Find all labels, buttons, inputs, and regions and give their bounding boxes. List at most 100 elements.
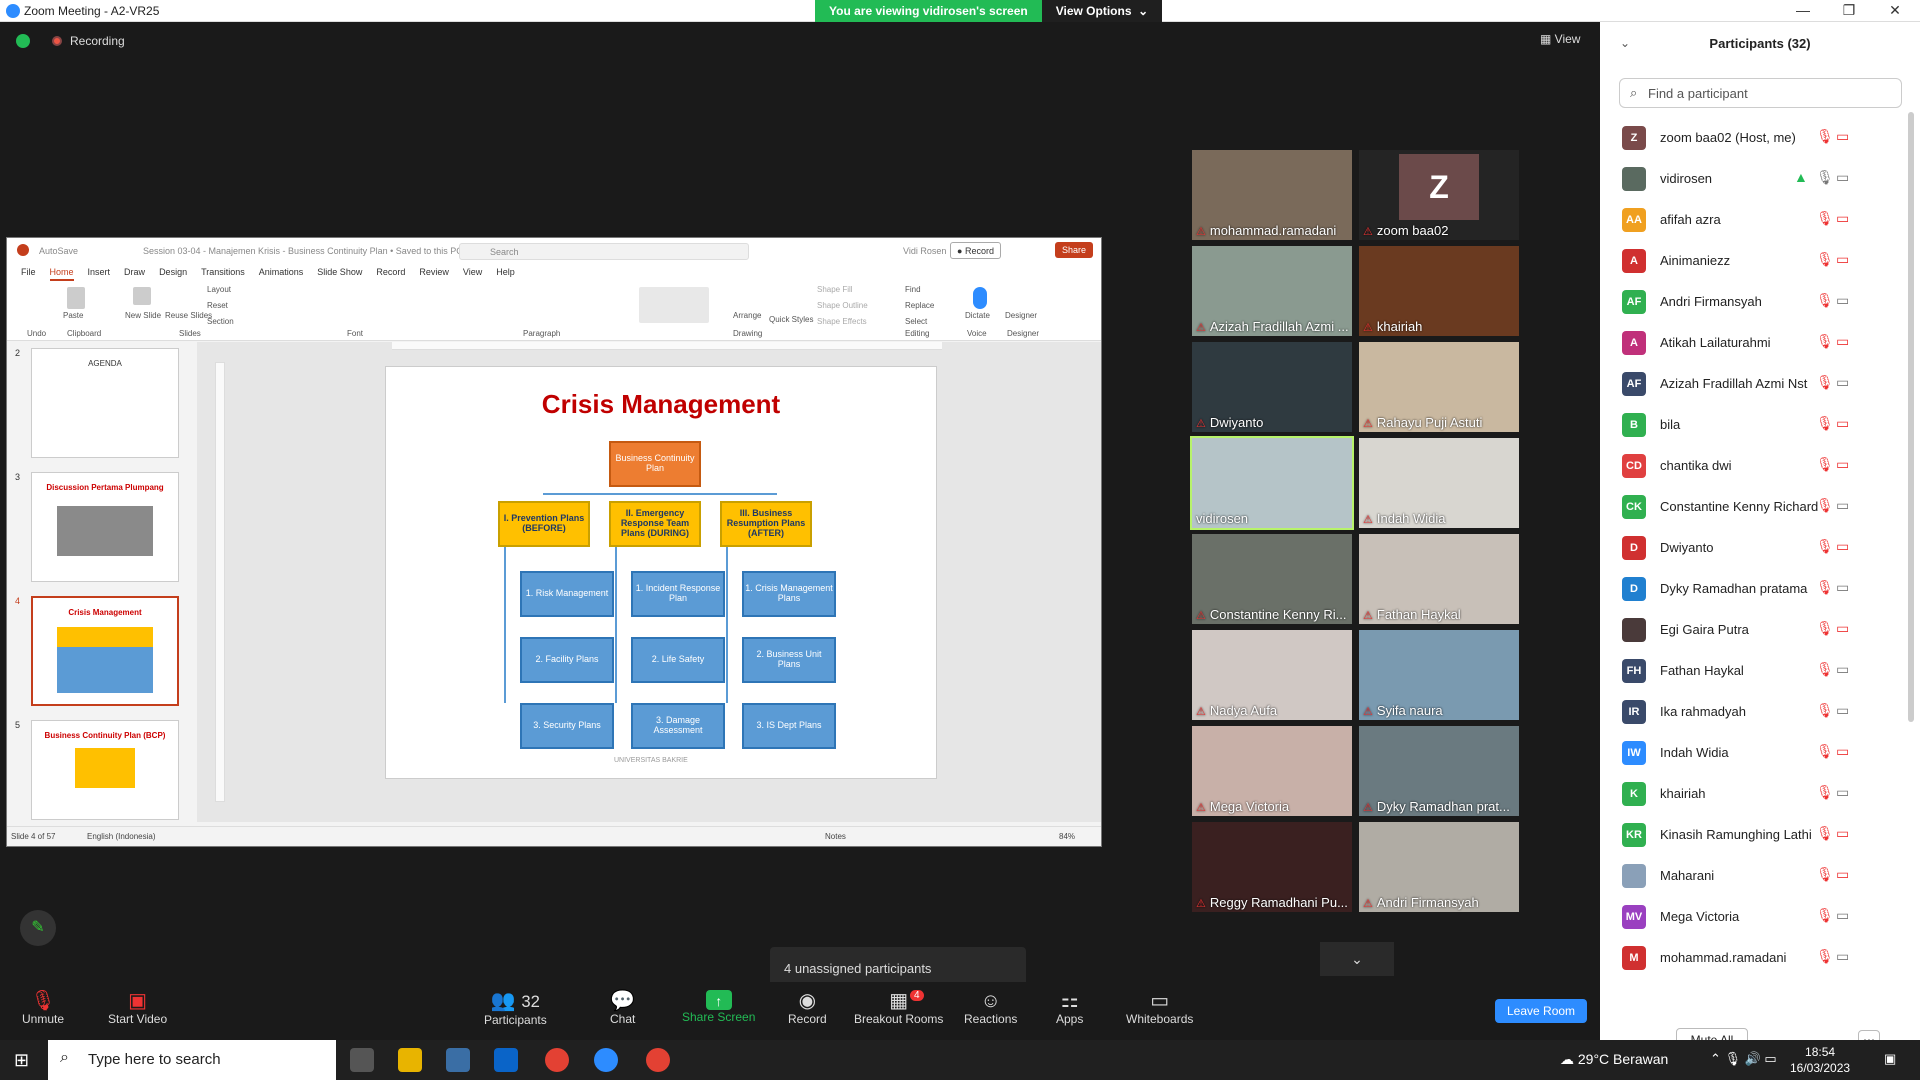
record-button[interactable]: ◉ Record bbox=[788, 990, 827, 1026]
minimize-icon[interactable]: — bbox=[1788, 2, 1818, 18]
menu-home[interactable]: Home bbox=[49, 264, 74, 281]
start-video-button[interactable]: ▣ Start Video bbox=[108, 990, 167, 1026]
participant-row[interactable]: D Dwiyanto 🎙 ▭ bbox=[1600, 528, 1900, 569]
participant-row[interactable]: Kkhairiah 🎙 ▭ bbox=[1600, 774, 1900, 815]
reactions-button[interactable]: ☺ Reactions bbox=[964, 990, 1017, 1026]
view-options-button[interactable]: View Options ⌄ bbox=[1041, 0, 1163, 22]
task-view-icon[interactable] bbox=[350, 1048, 374, 1072]
video-tile[interactable]: ⚠ Azizah Fradillah Azmi ... bbox=[1192, 246, 1352, 336]
video-tile[interactable]: vidirosen bbox=[1190, 436, 1354, 530]
notes-button[interactable]: Notes bbox=[825, 832, 846, 841]
participant-row[interactable]: AF Azizah Fradillah Azmi Nst 🎙 ▭ bbox=[1600, 364, 1900, 405]
slide-thumb-5[interactable]: Business Continuity Plan (BCP) bbox=[31, 720, 179, 820]
participant-row[interactable]: Bbila 🎙 ▭ bbox=[1600, 405, 1900, 446]
video-tile[interactable]: ⚠ Fathan Haykal bbox=[1359, 534, 1519, 624]
unmute-button[interactable]: 🎙 Unmute bbox=[22, 990, 64, 1026]
section-button[interactable]: Section bbox=[207, 317, 234, 338]
ppt-share-button[interactable]: Share bbox=[1054, 242, 1093, 258]
video-tile[interactable]: ⚠ Rahayu Puji Astuti bbox=[1359, 342, 1519, 432]
zoom-level[interactable]: 84% bbox=[1059, 832, 1075, 841]
participant-row[interactable]: Zzoom baa02 (Host, me) 🎙 ▭ bbox=[1600, 118, 1900, 159]
video-tile[interactable]: ⚠ Syifa naura bbox=[1359, 630, 1519, 720]
participant-row[interactable]: A Atikah Lailaturahmi 🎙 ▭ bbox=[1600, 323, 1900, 364]
participant-row[interactable]: Mmohammad.ramadani 🎙 ▭ bbox=[1600, 938, 1900, 979]
participant-row[interactable]: FH Fathan Haykal 🎙 ▭ bbox=[1600, 651, 1900, 692]
participant-row[interactable]: CD chantika dwi 🎙 ▭ bbox=[1600, 446, 1900, 487]
participant-row[interactable]: MV Mega Victoria 🎙 ▭ bbox=[1600, 897, 1900, 938]
menu-animations[interactable]: Animations bbox=[259, 264, 304, 281]
new-slide-icon[interactable] bbox=[133, 287, 151, 305]
weather-widget[interactable]: ☁ 29°C Berawan bbox=[1560, 1051, 1668, 1068]
menu-draw[interactable]: Draw bbox=[124, 264, 145, 281]
participant-scrollbar[interactable] bbox=[1908, 112, 1914, 722]
share-screen-button[interactable]: ↑ Share Screen bbox=[682, 990, 755, 1024]
gallery-down-chevron-icon[interactable]: ⌄ bbox=[1320, 942, 1394, 976]
system-tray-icons[interactable]: ⌃ 🎙 🔊 ▭ bbox=[1710, 1051, 1777, 1067]
quick-styles-label[interactable]: Quick Styles bbox=[769, 315, 813, 324]
taskbar-search-input[interactable]: ⌕ Type here to search bbox=[48, 1040, 336, 1080]
ppt-search-box[interactable]: Search bbox=[459, 243, 749, 260]
menu-help[interactable]: Help bbox=[496, 264, 515, 281]
video-tile[interactable]: ⚠ Constantine Kenny Ri... bbox=[1192, 534, 1352, 624]
participant-row[interactable]: A Ainimaniezz 🎙 ▭ bbox=[1600, 241, 1900, 282]
menu-design[interactable]: Design bbox=[159, 264, 187, 281]
menu-insert[interactable]: Insert bbox=[88, 264, 111, 281]
video-tile[interactable]: ⚠ Reggy Ramadhani Pu... bbox=[1192, 822, 1352, 912]
participant-row[interactable]: KR Kinasih Ramunghing Lathi 🎙 ▭ bbox=[1600, 815, 1900, 856]
close-icon[interactable]: ✕ bbox=[1880, 2, 1910, 19]
menu-transitions[interactable]: Transitions bbox=[201, 264, 245, 281]
participants-button[interactable]: 👥 32 Participants bbox=[484, 990, 547, 1027]
video-tile[interactable]: ⚠ khairiah bbox=[1359, 246, 1519, 336]
participant-row[interactable]: IR Ika rahmadyah 🎙 ▭ bbox=[1600, 692, 1900, 733]
menu-file[interactable]: File bbox=[21, 264, 36, 281]
video-tile[interactable]: ⚠ Dyky Ramadhan prat... bbox=[1359, 726, 1519, 816]
video-tile[interactable]: ⚠ Indah Widia bbox=[1359, 438, 1519, 528]
participant-row[interactable]: CK Constantine Kenny Richard 🎙 ▭ bbox=[1600, 487, 1900, 528]
arrange-label[interactable]: Arrange bbox=[733, 311, 761, 320]
ppt-record-button[interactable]: ● Record bbox=[950, 242, 1001, 259]
zoom-taskbar-icon[interactable] bbox=[594, 1048, 618, 1072]
video-tile[interactable]: ⚠ Mega Victoria bbox=[1192, 726, 1352, 816]
participant-search-input[interactable]: ⌕ Find a participant bbox=[1619, 78, 1902, 108]
menu-review[interactable]: Review bbox=[419, 264, 449, 281]
apps-button[interactable]: ⚏ Apps bbox=[1056, 990, 1083, 1026]
dictate-mic-icon[interactable] bbox=[973, 287, 987, 309]
participant-row[interactable]: AA afifah azra 🎙 ▭ bbox=[1600, 200, 1900, 241]
chat-button[interactable]: 💬 Chat bbox=[610, 990, 635, 1026]
video-tile[interactable]: ⚠ Andri Firmansyah bbox=[1359, 822, 1519, 912]
annotate-pencil-icon[interactable]: ✎ bbox=[20, 910, 56, 946]
shapes-gallery[interactable] bbox=[639, 287, 709, 323]
participant-row[interactable]: AF Andri Firmansyah 🎙 ▭ bbox=[1600, 282, 1900, 323]
video-tile[interactable]: Z ⚠ zoom baa02 bbox=[1359, 150, 1519, 240]
view-button[interactable]: ▦ View bbox=[1540, 32, 1580, 46]
designer-label[interactable]: Designer bbox=[1005, 311, 1037, 320]
participant-row[interactable]: D Dyky Ramadhan pratama 🎙 ▭ bbox=[1600, 569, 1900, 610]
slide-thumb-2[interactable]: AGENDA bbox=[31, 348, 179, 458]
store-icon[interactable] bbox=[446, 1048, 470, 1072]
shape-effects-button[interactable]: Shape Effects bbox=[817, 317, 867, 338]
slide-thumb-3[interactable]: Discussion Pertama Plumpang bbox=[31, 472, 179, 582]
breakout-rooms-button[interactable]: ▦ Breakout Rooms 4 bbox=[854, 990, 943, 1026]
whiteboards-button[interactable]: ▭ Whiteboards bbox=[1126, 990, 1193, 1026]
video-tile[interactable]: ⚠ Nadya Aufa bbox=[1192, 630, 1352, 720]
current-slide[interactable]: Crisis Management Business Continuity Pl… bbox=[385, 366, 937, 779]
participant-row[interactable]: IW Indah Widia 🎙 ▭ bbox=[1600, 733, 1900, 774]
menu-view[interactable]: View bbox=[463, 264, 482, 281]
video-tile[interactable]: ⚠ mohammad.ramadani bbox=[1192, 150, 1352, 240]
participant-row[interactable]: vidirosen 🎙 ▭ ▲ bbox=[1600, 159, 1900, 200]
menu-record[interactable]: Record bbox=[376, 264, 405, 281]
participant-row[interactable]: Maharani 🎙 ▭ bbox=[1600, 856, 1900, 897]
video-tile[interactable]: ⚠ Dwiyanto bbox=[1192, 342, 1352, 432]
chrome-icon-2[interactable] bbox=[646, 1048, 670, 1072]
participant-row[interactable]: Egi Gaira Putra 🎙 ▭ bbox=[1600, 610, 1900, 651]
paste-icon[interactable] bbox=[67, 287, 85, 309]
slide-thumb-4[interactable]: Crisis Management bbox=[31, 596, 179, 706]
restore-icon[interactable]: ❐ bbox=[1834, 2, 1864, 19]
taskbar-clock[interactable]: 18:54 16/03/2023 bbox=[1790, 1044, 1850, 1076]
leave-room-button[interactable]: Leave Room bbox=[1495, 999, 1588, 1023]
chrome-icon[interactable] bbox=[545, 1048, 569, 1072]
file-explorer-icon[interactable] bbox=[398, 1048, 422, 1072]
menu-slide-show[interactable]: Slide Show bbox=[317, 264, 362, 281]
notifications-icon[interactable]: ▣ bbox=[1884, 1051, 1896, 1067]
language-label[interactable]: English (Indonesia) bbox=[87, 832, 155, 841]
